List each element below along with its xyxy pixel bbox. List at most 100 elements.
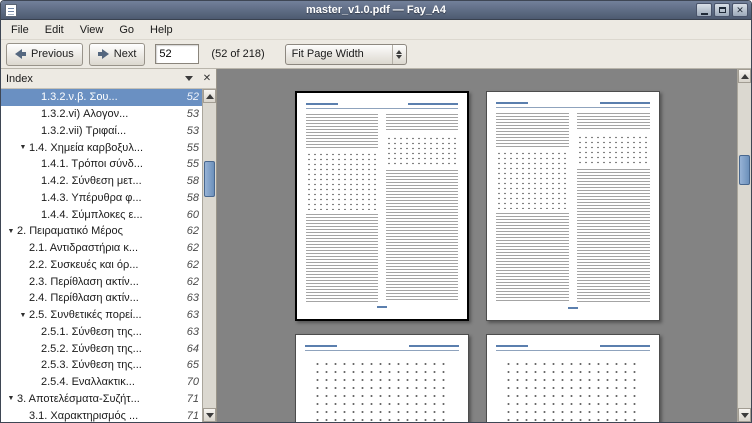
menu-item-file[interactable]: File (3, 22, 37, 38)
menu-item-view[interactable]: View (72, 22, 112, 38)
document-page[interactable] (295, 91, 469, 321)
toc-item[interactable]: 2.5.2. Σύνθεση της...64 (1, 340, 202, 357)
document-view[interactable] (217, 69, 737, 422)
toc-item[interactable]: 1.4.4. Σύμπλοκες ε...60 (1, 206, 202, 223)
expander-triangle-icon[interactable]: ▼ (5, 228, 17, 235)
toc-item-label: 1.4.4. Σύμπλοκες ε... (41, 209, 181, 221)
faux-text-lines (577, 169, 650, 303)
main-scroll-thumb[interactable] (739, 155, 750, 185)
toc-item[interactable]: 2.2. Συσκευές και όρ... 62 (1, 257, 202, 274)
toc-item[interactable]: 2.1. Αντιδραστήρια κ...62 (1, 240, 202, 257)
menu-item-help[interactable]: Help (142, 22, 181, 38)
previous-arrow-icon (15, 49, 26, 59)
minimize-button[interactable] (696, 3, 712, 17)
page-header-decoration (305, 345, 459, 347)
maximize-icon (719, 7, 726, 13)
toc-item-label: 1.3.2.vii) Τριφαί... (41, 125, 181, 137)
page-rule-decoration (496, 350, 650, 351)
main-scrollbar[interactable] (737, 69, 751, 422)
faux-text-lines (496, 113, 569, 147)
previous-label: Previous (31, 48, 74, 60)
maximize-button[interactable] (714, 3, 730, 17)
toc-item[interactable]: 1.3.2.vi) Αλογον...53 (1, 106, 202, 123)
next-arrow-icon (98, 49, 109, 59)
faux-text-lines (386, 170, 458, 302)
toc-item-page: 71 (187, 393, 199, 405)
toc-item[interactable]: 2.5.3. Σύνθεση της...65 (1, 357, 202, 374)
toc-item[interactable]: 2.3. Περίθλαση ακτίν... 62 (1, 273, 202, 290)
scroll-down-icon[interactable] (738, 408, 751, 422)
scroll-down-icon[interactable] (203, 408, 216, 422)
faux-figure (386, 136, 458, 166)
faux-figure (306, 152, 378, 210)
toc-item[interactable]: 1.4.2. Σύνθεση μετ...58 (1, 173, 202, 190)
previous-button[interactable]: Previous (6, 43, 83, 66)
chevron-down-icon (185, 76, 193, 81)
sidebar-view-dropdown[interactable]: Index (1, 69, 198, 88)
toc-item-page: 63 (187, 326, 199, 338)
toc-item[interactable]: ▼3. Αποτελέσματα-Συζήτ... 71 (1, 391, 202, 408)
expander-triangle-icon[interactable]: ▼ (17, 312, 29, 319)
toc-item[interactable]: 1.3.2.vii) Τριφαί...53 (1, 123, 202, 140)
document-page[interactable] (486, 91, 660, 321)
toc-item-label: 2.1. Αντιδραστήρια κ... (29, 242, 181, 254)
window-title: master_v1.0.pdf — Fay_A4 (1, 4, 751, 16)
sidebar-close-button[interactable]: ✕ (198, 69, 216, 88)
sidebar-scroll-thumb[interactable] (204, 161, 215, 197)
toc-item-page: 64 (187, 343, 199, 355)
toc-item[interactable]: 2.5.4. Εναλλακτικ...70 (1, 374, 202, 391)
toc-item-page: 71 (187, 410, 199, 422)
toc-item-label: 2.2. Συσκευές και όρ... (29, 259, 181, 271)
toc-item[interactable]: 1.4.1. Τρόποι σύνδ...55 (1, 156, 202, 173)
expander-triangle-icon[interactable]: ▼ (17, 144, 29, 151)
toc-item-page: 62 (187, 276, 199, 288)
toc-item[interactable]: ▼2. Πειραματικό Μέρος62 (1, 223, 202, 240)
toc-item-page: 63 (187, 292, 199, 304)
scroll-up-icon[interactable] (203, 89, 216, 103)
close-icon: ✕ (736, 6, 744, 15)
toc-item-page: 52 (187, 91, 199, 103)
scroll-up-icon[interactable] (738, 69, 751, 83)
main-scroll-track[interactable] (738, 83, 751, 408)
page-column (306, 114, 378, 302)
content-area: Index ✕ 1.3.2.ν.β. Σου...521.3.2.vi) Αλο… (1, 69, 751, 422)
menu-item-go[interactable]: Go (111, 22, 142, 38)
toc-item[interactable]: 2.5.1. Σύνθεση της...63 (1, 324, 202, 341)
sidebar-header: Index ✕ (1, 69, 216, 89)
toc-item[interactable]: ▼2.5. Συνθετικές πορεί...63 (1, 307, 202, 324)
faux-text-lines (496, 213, 569, 303)
toc-item-label: 3. Αποτελέσματα-Συζήτ... (17, 393, 181, 405)
menu-item-edit[interactable]: Edit (37, 22, 72, 38)
toc-item[interactable]: 1.3.2.ν.β. Σου...52 (1, 89, 202, 106)
page-rule-decoration (496, 107, 650, 108)
toc-item[interactable]: 3.1. Χαρακτηρισμός ...71 (1, 407, 202, 422)
close-button[interactable]: ✕ (732, 3, 748, 17)
toc-item-label: 2. Πειραματικό Μέρος (17, 225, 181, 237)
page-number-input[interactable] (155, 44, 199, 64)
page-rule-decoration (306, 108, 458, 109)
document-page[interactable] (295, 334, 469, 422)
toc-item-label: 1.3.2.vi) Αλογον... (41, 108, 181, 120)
page-body-decoration (306, 114, 458, 302)
toc-item[interactable]: 1.4.3. Υπέρυθρα φ...58 (1, 190, 202, 207)
toc-item-label: 2.3. Περίθλαση ακτίν... (29, 276, 181, 288)
sidebar-body: 1.3.2.ν.β. Σου...521.3.2.vi) Αλογον...53… (1, 89, 216, 422)
title-bar[interactable]: master_v1.0.pdf — Fay_A4 ✕ (1, 1, 751, 20)
zoom-combobox[interactable]: Fit Page Width (285, 44, 407, 65)
menu-bar: File Edit View Go Help (1, 20, 751, 40)
toc-item-page: 70 (187, 376, 199, 388)
toc-item-page: 62 (187, 259, 199, 271)
toc-item-label: 2.5. Συνθετικές πορεί... (29, 309, 181, 321)
expander-triangle-icon[interactable]: ▼ (5, 395, 17, 402)
sidebar-scrollbar[interactable] (202, 89, 216, 422)
pages-grid (217, 91, 737, 422)
next-button[interactable]: Next (89, 43, 146, 66)
toc-item[interactable]: ▼1.4. Χημεία καρβοξυλ...55 (1, 139, 202, 156)
sidebar-scroll-track[interactable] (203, 103, 216, 408)
toc-item[interactable]: 2.4. Περίθλαση ακτίν...63 (1, 290, 202, 307)
faux-figure (504, 360, 642, 422)
toolbar: Previous Next (52 of 218) Fit Page Width (1, 40, 751, 69)
faux-text-lines (306, 114, 378, 148)
document-page[interactable] (486, 334, 660, 422)
toc-list: 1.3.2.ν.β. Σου...521.3.2.vi) Αλογον...53… (1, 89, 202, 422)
